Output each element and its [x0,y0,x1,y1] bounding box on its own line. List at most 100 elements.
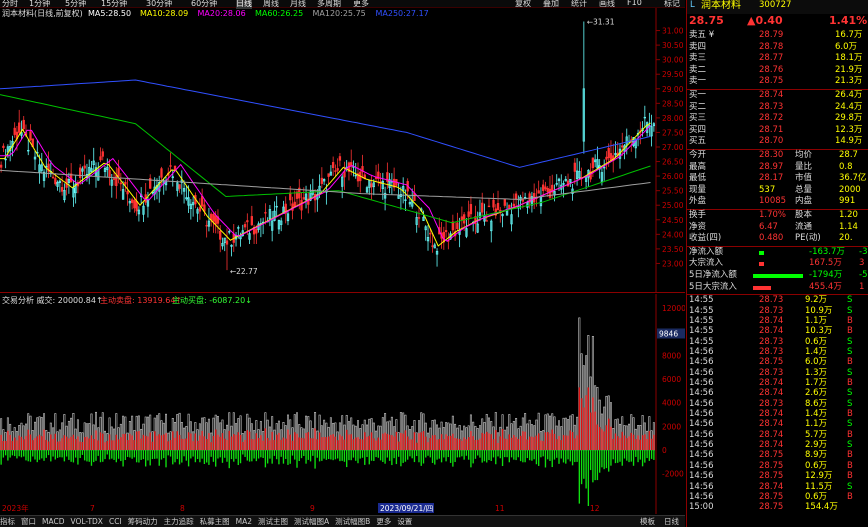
vol-main-buy: 主动买盘: -6087.20↓ [172,295,252,305]
candle-body [210,213,213,221]
tick-volume: 1.4万 [805,409,828,420]
candle-body [481,202,484,213]
kline-chart[interactable]: 润本材料(日线,前复权) MA5:28.50 MA10:28.09 MA20:28.0… [0,8,685,293]
vol-buy-bar [580,398,583,450]
tick-side: B [847,326,853,337]
ma-legend: MA20:28.06 [198,9,246,18]
vol-buy-bar [212,435,215,450]
vol-sell-bar [323,450,325,459]
vol-sell-bar [287,450,289,465]
bid-row: 买四 28.71 12.3万 [687,125,868,137]
candle-body [327,173,330,177]
month-label: 12 [590,504,600,513]
indicator-tab[interactable]: CCI [109,517,122,526]
vol-sell-bar [285,450,287,459]
vol-sell-bar [506,450,508,458]
volume-svg[interactable]: 交易分析 威交: 20000.84↑主动卖盘: 13919.64↑主动买盘: -… [0,294,686,514]
vol-buy-bar [196,440,199,450]
candle-body [331,162,335,169]
ask-label: 卖四 [689,41,707,52]
tick-volume: 0.6万 [805,460,828,471]
vol-buy-bar [18,435,20,450]
vol-buy-bar [425,436,427,450]
vol-buy-bar [52,439,54,450]
candle-body [544,186,547,190]
candle-body [487,205,491,208]
vol-buy-bar [11,440,14,450]
vol-sell-bar [461,450,463,457]
vol-buy-bar [140,438,142,450]
candle-body [29,131,32,141]
indicator-tab[interactable]: MACD [42,517,64,526]
template-tab[interactable]: 模板 [640,516,655,527]
vol-buy-bar [434,435,436,450]
tick-row: 14:56 28.74 1.4万 B [687,409,868,419]
tick-price: 28.75 [759,450,784,461]
candle-body [51,176,55,179]
vol-sell-bar [29,450,32,462]
vol-sell-bar [14,450,16,457]
vol-buy-bar [348,434,350,450]
indicator-tab[interactable]: 测试主图 [258,517,288,526]
vol-sell-bar [637,450,639,463]
candle-body [133,199,136,209]
vol-sell-bar [495,450,497,465]
vol-buy-bar [138,431,140,450]
tick-volume: 0.6万 [805,491,828,502]
vol-buy-bar [623,435,626,450]
vol-sell-bar [560,450,562,459]
vol-sell-bar [52,450,54,457]
price-tick-label: 28.50 [662,99,684,108]
ask-label: 卖五 ¥ [689,30,715,40]
kline-svg[interactable]: 润本材料(日线,前复权) MA5:28.50 MA10:28.09 MA20:28.0… [0,8,685,293]
indicator-tab[interactable]: 测试幅图A [294,517,329,526]
vol-sell-bar [397,450,400,457]
bid-price: 28.74 [759,90,784,100]
flow-extra: -5 [859,270,868,280]
indicator-tab[interactable]: VOL-TDX [70,517,102,526]
vol-sell-bar [289,450,291,464]
indicator-tab[interactable]: 指标 [0,517,15,526]
menu-icon[interactable]: L [690,0,695,12]
vol-buy-bar [628,436,630,450]
flow-value: 167.5万 [809,258,842,269]
vol-buy-bar [260,435,262,450]
indicator-tab[interactable]: 窗口 [21,517,36,526]
candle-body [112,178,116,180]
toolbar-tab[interactable]: F10 [627,0,642,7]
candle-body [338,156,342,161]
indicator-tab[interactable]: 更多 [376,517,391,526]
vol-buy-bar [334,436,337,450]
vol-sell-bar [185,450,188,461]
candle-body [205,225,208,227]
price-tick-label: 27.00 [662,143,684,152]
indicator-tab[interactable]: 设置 [397,517,412,526]
vol-sell-bar [416,450,418,457]
vol-buy-bar [592,397,594,450]
last-price: 28.75 [689,14,724,27]
vol-buy-bar [154,431,156,450]
vol-sell-bar [366,450,368,457]
vol-sell-bar [418,450,420,463]
indicator-tab[interactable]: 筹码动力 [128,517,158,526]
vol-sell-bar [228,450,230,469]
vol-sell-bar [531,450,533,461]
indicator-tab[interactable]: MA2 [236,517,252,526]
indicator-tab[interactable]: 私募主图 [200,517,230,526]
vol-sell-bar [224,450,226,458]
candle-body [417,217,421,219]
flow-row: 5日大宗流入 455.4万 1 [687,282,868,294]
indicator-tab[interactable]: 主力追踪 [164,517,194,526]
stat-value: 20. [839,233,853,244]
vol-buy-bar [303,438,305,450]
indicator-tab[interactable]: 测试幅图B [335,517,370,526]
volume-chart[interactable]: 交易分析 威交: 20000.84↑ 主动卖盘: 13919.64↑ 主动买盘: -… [0,294,686,514]
vol-buy-bar [36,436,38,450]
vol-buy-bar [316,439,319,450]
stat-label: 现量 [689,184,707,195]
vol-sell-bar [440,450,443,463]
vol-sell-bar [556,450,558,458]
stat-value: 28.17 [759,173,784,184]
vol-sell-bar [375,450,377,458]
ma-legend: MA10:28.09 [140,9,188,18]
